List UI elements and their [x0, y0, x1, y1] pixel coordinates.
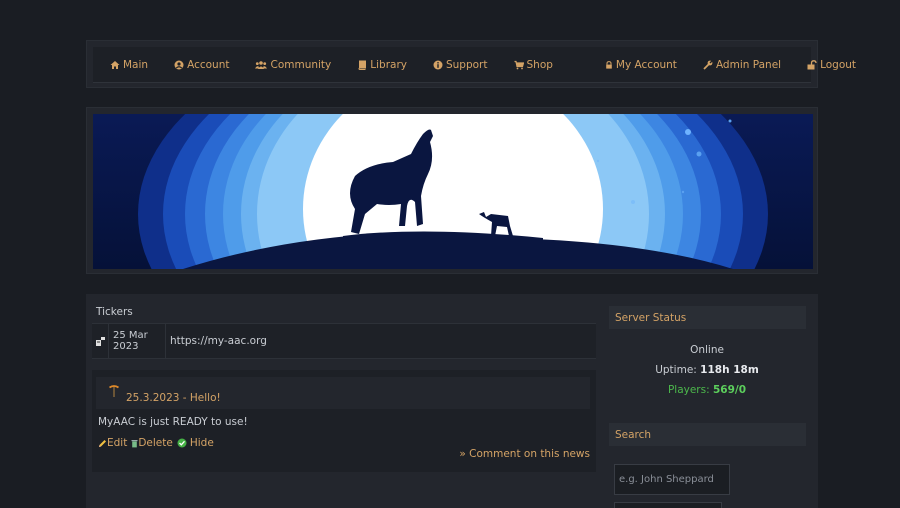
nav-logout-label: Logout [820, 58, 857, 71]
lock-icon [606, 60, 612, 69]
edit-news-link[interactable]: Edit [98, 437, 127, 449]
uptime-label: Uptime: [655, 364, 697, 376]
nav-account-label: Account [187, 58, 230, 71]
nav-my-account[interactable]: My Account [605, 59, 677, 71]
news-admin-actions: Edit Delete Hide [98, 437, 218, 449]
news-body: MyAAC is just READY to use! [98, 416, 248, 428]
nav-support[interactable]: Support [433, 59, 488, 71]
ticker-icon [95, 336, 105, 346]
uptime-value: 118h 18m [700, 364, 759, 376]
news-title-bar: 25.3.2023 - Hello! [96, 377, 590, 409]
character-search-input[interactable] [614, 464, 730, 495]
nav-admin-panel-label: Admin Panel [715, 58, 782, 71]
news-article: 25.3.2023 - Hello! MyAAC is just READY t… [92, 370, 596, 472]
trash-icon [131, 439, 138, 447]
comment-on-news-link[interactable]: » Comment on this news [459, 448, 590, 460]
nav-library[interactable]: Library [357, 59, 407, 71]
server-uptime: Uptime: 118h 18m [602, 364, 812, 376]
players-value: 569/0 [712, 384, 747, 396]
search-submit-button[interactable] [614, 502, 722, 508]
nav-main[interactable]: Main [110, 59, 148, 71]
nav-main-label: Main [123, 58, 149, 71]
hide-news-link[interactable]: Hide [177, 437, 214, 449]
cart-icon [514, 60, 524, 69]
nav-support-label: Support [445, 58, 488, 71]
main-content: Tickers 25 Mar 2023 https://my-aac.org 2… [86, 294, 602, 508]
delete-news-link[interactable]: Delete [131, 437, 173, 449]
info-circle-icon [433, 60, 443, 69]
nav-shop[interactable]: Shop [514, 59, 553, 71]
user-circle-icon [174, 60, 184, 69]
wrench-icon [703, 59, 713, 70]
check-circle-icon [177, 438, 187, 448]
delete-news-label: Delete [138, 437, 173, 449]
header-banner-frame [86, 107, 818, 274]
search-heading: Search [609, 423, 806, 446]
players-label: Players: [667, 384, 710, 396]
ticker-row: 25 Mar 2023 https://my-aac.org [92, 324, 596, 359]
server-players: Players: 569/0 [602, 384, 812, 396]
nav-account[interactable]: Account [174, 59, 229, 71]
ticker-date: 25 Mar 2023 [109, 324, 166, 358]
tickers-heading: Tickers [92, 300, 596, 324]
ticker-icon-cell [92, 324, 109, 358]
news-title[interactable]: 25.3.2023 - Hello! [126, 392, 221, 404]
pickaxe-icon [109, 385, 119, 397]
nav-bar: Main Account Community Library Support S… [93, 47, 856, 83]
ticker-text: https://my-aac.org [170, 335, 267, 347]
nav-logout[interactable]: Logout [807, 59, 856, 71]
header-banner [93, 114, 813, 269]
users-icon [255, 60, 268, 69]
ticker-date-year: 2023 [113, 341, 139, 352]
book-icon [358, 60, 367, 70]
top-navigation: Main Account Community Library Support S… [86, 40, 856, 88]
server-status-heading: Server Status [609, 306, 806, 329]
hide-news-label: Hide [189, 437, 214, 449]
edit-news-label: Edit [107, 437, 128, 449]
nav-community[interactable]: Community [255, 59, 331, 71]
nav-library-label: Library [370, 58, 407, 71]
pencil-icon [99, 439, 106, 447]
sidebar: Server Status Online Uptime: 118h 18m Pl… [602, 294, 818, 508]
wolf-moon-banner-image [93, 114, 813, 269]
home-icon [110, 60, 120, 69]
nav-shop-label: Shop [526, 58, 553, 71]
ticker-date-day: 25 Mar [113, 330, 148, 341]
nav-my-account-label: My Account [615, 58, 677, 71]
server-state: Online [690, 344, 724, 356]
nav-community-label: Community [270, 58, 332, 71]
unlock-icon [807, 59, 817, 69]
nav-admin-panel[interactable]: Admin Panel [703, 59, 781, 71]
